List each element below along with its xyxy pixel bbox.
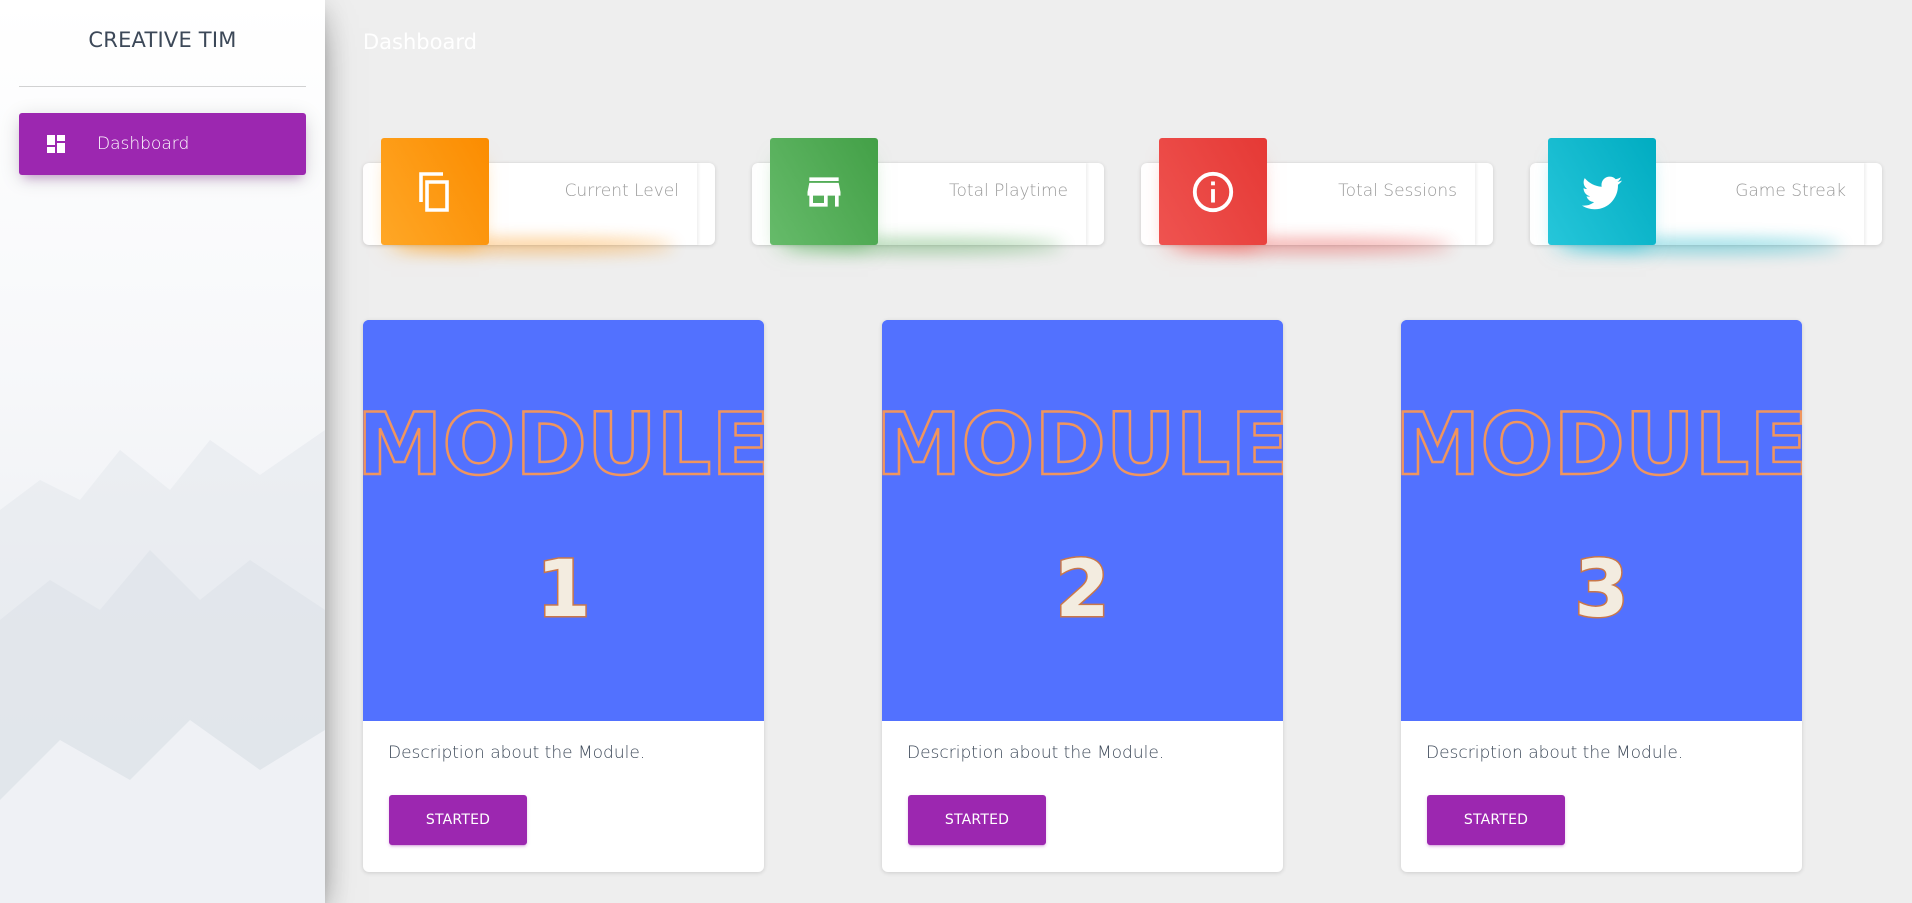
module-image: MODULE 1 (363, 320, 764, 721)
started-button[interactable]: STARTED (389, 795, 527, 845)
module-title: MODULE (882, 395, 1283, 495)
brand-logo-text[interactable]: CREATIVE TIM (0, 28, 325, 52)
store-icon (807, 176, 841, 207)
module-title: MODULE (1401, 395, 1802, 495)
brand-divider (19, 86, 306, 87)
module-number: 3 (1574, 545, 1628, 635)
module-number: 1 (536, 545, 590, 635)
stat-label: Total Sessions (1338, 181, 1457, 201)
stat-icon-box (1159, 138, 1267, 245)
module-card-3: MODULE 3 Description about the Module. S… (1401, 320, 1802, 872)
stat-card-total-playtime: Total Playtime (752, 138, 1104, 253)
stat-icon-box (381, 138, 489, 245)
dashboard-icon (47, 135, 65, 153)
started-button[interactable]: STARTED (1427, 795, 1565, 845)
sidebar: CREATIVE TIM Dashboard (0, 0, 325, 903)
copy-icon (419, 171, 449, 212)
module-image: MODULE 2 (882, 320, 1283, 721)
sidebar-item-dashboard[interactable]: Dashboard (19, 113, 306, 175)
info-icon (1192, 171, 1234, 212)
sidebar-background-image (0, 430, 325, 903)
module-card-2: MODULE 2 Description about the Module. S… (882, 320, 1283, 872)
module-description: Description about the Module. (1426, 743, 1684, 763)
stat-card-total-sessions: Total Sessions (1141, 138, 1493, 253)
module-card-1: MODULE 1 Description about the Module. S… (363, 320, 764, 872)
started-button[interactable]: STARTED (908, 795, 1046, 845)
page-title[interactable]: Dashboard (363, 30, 477, 54)
module-description: Description about the Module. (907, 743, 1165, 763)
stat-icon-box (1548, 138, 1656, 245)
sidebar-item-label: Dashboard (97, 134, 190, 154)
module-description: Description about the Module. (388, 743, 646, 763)
stat-label: Game Streak (1735, 181, 1846, 201)
module-image: MODULE 3 (1401, 320, 1802, 721)
module-title: MODULE (363, 395, 764, 495)
stat-label: Total Playtime (949, 181, 1068, 201)
stat-card-game-streak: Game Streak (1530, 138, 1882, 253)
stat-card-current-level: Current Level (363, 138, 715, 253)
stat-label: Current Level (564, 181, 679, 201)
stat-icon-box (770, 138, 878, 245)
module-number: 2 (1055, 545, 1109, 635)
twitter-icon (1581, 176, 1623, 209)
